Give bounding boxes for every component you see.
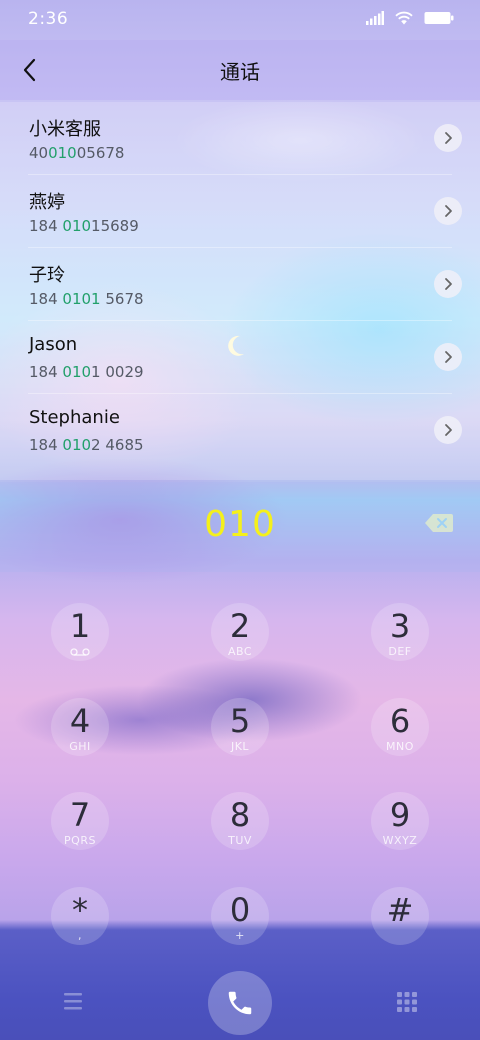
- key-letters: MNO: [386, 740, 414, 753]
- contact-number: 4001005678: [29, 144, 124, 162]
- key-5[interactable]: 5 JKL: [211, 698, 269, 756]
- key-letters: ,: [78, 929, 82, 942]
- menu-icon: [64, 993, 82, 1010]
- chevron-right-icon: [445, 132, 452, 144]
- contact-number: 184 0101 5678: [29, 290, 144, 308]
- dialed-number: 010: [204, 504, 276, 545]
- contact-name: Stephanie: [29, 407, 120, 428]
- key-letters: TUV: [228, 834, 252, 847]
- key-4[interactable]: 4 GHI: [51, 698, 109, 756]
- keypad-toggle-button[interactable]: [394, 989, 420, 1015]
- key-letters: DEF: [388, 645, 412, 658]
- key-1[interactable]: 1: [51, 603, 109, 661]
- phone-icon: [228, 991, 252, 1015]
- key-letters: +: [235, 929, 245, 942]
- bottom-bar: [0, 965, 480, 1040]
- contact-number: 184 01015689: [29, 217, 139, 235]
- key-hash[interactable]: #: [371, 887, 429, 945]
- number-suffix: 2 4685: [91, 436, 144, 454]
- delete-button[interactable]: [424, 512, 454, 534]
- key-letters: WXYZ: [382, 834, 418, 847]
- key-0[interactable]: 0 +: [211, 887, 269, 945]
- key-letters: ABC: [227, 645, 253, 658]
- dial-display: 010: [0, 482, 480, 572]
- call-button[interactable]: [208, 971, 272, 1035]
- chevron-right-icon: [445, 278, 452, 290]
- contact-name: Jason: [29, 334, 78, 355]
- menu-button[interactable]: [60, 989, 86, 1013]
- moon-decoration: [228, 335, 244, 356]
- chevron-right-icon: [445, 424, 452, 436]
- signal-icon: [366, 11, 384, 25]
- contact-detail-button[interactable]: [434, 197, 462, 225]
- key-7[interactable]: 7 PQRS: [51, 792, 109, 850]
- number-match: 0101: [62, 290, 101, 308]
- number-prefix: 184: [29, 217, 63, 235]
- contact-results-list: 小米客服 4001005678 燕婷 184 01015689 子玲 184 0…: [0, 102, 480, 480]
- number-suffix: 15689: [91, 217, 139, 235]
- chevron-right-icon: [445, 205, 452, 217]
- key-digit: 8: [229, 796, 251, 834]
- contact-detail-button[interactable]: [434, 124, 462, 152]
- number-match: 010: [48, 144, 77, 162]
- contact-row[interactable]: 小米客服 4001005678: [0, 102, 480, 175]
- backspace-icon: [425, 514, 453, 532]
- voicemail-icon: [70, 648, 90, 656]
- key-digit: 0: [229, 891, 251, 929]
- chevron-right-icon: [445, 351, 452, 363]
- key-digit: 2: [229, 607, 251, 645]
- page-title: 通话: [220, 60, 260, 84]
- contact-name: 燕婷: [29, 192, 65, 213]
- key-8[interactable]: 8 TUV: [211, 792, 269, 850]
- number-prefix: 184: [29, 290, 63, 308]
- contact-detail-button[interactable]: [434, 343, 462, 371]
- key-digit: 6: [389, 702, 411, 740]
- contact-name: 子玲: [29, 265, 65, 286]
- contact-row[interactable]: Stephanie 184 0102 4685: [0, 394, 480, 467]
- status-time: 2:36: [28, 9, 69, 29]
- contact-detail-button[interactable]: [434, 416, 462, 444]
- key-digit: 9: [389, 796, 411, 834]
- key-digit: 1: [69, 607, 91, 645]
- number-prefix: 184: [29, 436, 63, 454]
- key-digit: 5: [229, 702, 251, 740]
- number-match: 010: [62, 217, 92, 235]
- key-letters: PQRS: [64, 834, 96, 847]
- key-digit: 4: [69, 702, 91, 740]
- key-digit: 7: [69, 796, 91, 834]
- number-suffix: 05678: [76, 144, 125, 162]
- number-prefix: 184: [29, 363, 63, 381]
- keypad: 1 2 ABC 3 DEF 4 GHI 5 JKL 6 MNO 7 PQRS 8…: [0, 585, 480, 965]
- battery-icon: [424, 12, 454, 24]
- number-suffix: 5678: [100, 290, 144, 308]
- contact-detail-button[interactable]: [434, 270, 462, 298]
- dialpad-icon: [397, 992, 417, 1012]
- number-match: 010: [62, 363, 92, 381]
- contact-number: 184 0102 4685: [29, 436, 144, 454]
- key-2[interactable]: 2 ABC: [211, 603, 269, 661]
- key-star[interactable]: * ,: [51, 887, 109, 945]
- key-letters: JKL: [230, 740, 250, 753]
- key-digit: #: [386, 891, 414, 929]
- number-suffix: 1 0029: [91, 363, 144, 381]
- key-6[interactable]: 6 MNO: [371, 698, 429, 756]
- status-icons: [366, 11, 454, 25]
- number-match: 010: [62, 436, 92, 454]
- key-digit: *: [72, 891, 88, 929]
- title-bar: 通话: [0, 40, 480, 100]
- number-prefix: 40: [29, 144, 49, 162]
- contact-number: 184 0101 0029: [29, 363, 144, 381]
- status-bar: 2:36: [0, 0, 480, 40]
- contact-row[interactable]: 燕婷 184 01015689: [0, 175, 480, 248]
- wifi-icon: [395, 11, 413, 25]
- key-letters: GHI: [69, 740, 91, 753]
- contact-row[interactable]: 子玲 184 0101 5678: [0, 248, 480, 321]
- key-9[interactable]: 9 WXYZ: [371, 792, 429, 850]
- contact-name: 小米客服: [29, 119, 101, 140]
- key-3[interactable]: 3 DEF: [371, 603, 429, 661]
- key-digit: 3: [389, 607, 411, 645]
